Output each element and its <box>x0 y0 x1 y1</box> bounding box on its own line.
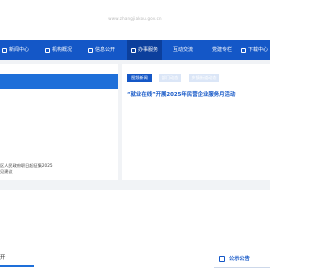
nav-item-interaction[interactable]: 互动交流 <box>173 40 193 60</box>
notice-label: 公示公告 <box>229 256 250 262</box>
nav-item-label: 互动交流 <box>173 47 194 53</box>
nav-item-party-building[interactable]: 党建专栏 <box>212 40 232 60</box>
tab-department-news[interactable]: 部门动态 <box>159 74 181 82</box>
nav-item-info-disclosure[interactable]: 信息公开 <box>88 40 115 60</box>
tab-photo-news[interactable]: 图频新闻 <box>127 74 152 82</box>
nav-item-label: 机构概况 <box>52 47 73 53</box>
nav-item-services[interactable]: 办事服务 <box>127 40 163 60</box>
news-icon <box>2 47 7 53</box>
notice-tab[interactable]: 公示公告 <box>214 254 270 266</box>
download-icon <box>241 47 246 53</box>
section-title: 开 <box>0 255 6 261</box>
nav-item-label: 办事服务 <box>138 47 159 53</box>
headline-link[interactable]: “就业在线”开展2025年民营企业服务月活动 <box>127 90 235 98</box>
notice-icon <box>219 256 225 262</box>
left-card-caption-continued[interactable]: 见建议 <box>0 169 13 175</box>
nav-item-label: 新闻中心 <box>9 47 30 53</box>
nav-item-downloads[interactable]: 下载中心 <box>241 40 268 60</box>
section-title-underline <box>0 265 34 267</box>
left-card-header-strip <box>0 74 118 89</box>
info-icon <box>88 47 93 53</box>
service-icon <box>131 47 136 53</box>
nav-item-overview[interactable]: 机构概况 <box>45 40 72 60</box>
tab-town-news[interactable]: 乡镇街道动态 <box>189 74 219 82</box>
nav-item-label: 下载中心 <box>248 47 269 53</box>
building-icon <box>45 47 50 53</box>
nav-item-label: 党建专栏 <box>212 47 233 53</box>
notice-underline <box>214 267 270 268</box>
site-logo-text: www.zhangjiakou.gov.cn <box>108 16 162 21</box>
site-header: www.zhangjiakou.gov.cn <box>0 0 270 40</box>
nav-item-label: 信息公开 <box>95 47 116 53</box>
nav-item-news[interactable]: 新闻中心 <box>2 40 29 60</box>
main-nav: 新闻中心 机构概况 信息公开 办事服务 互动交流 党建专栏 下载中心 <box>0 40 270 60</box>
